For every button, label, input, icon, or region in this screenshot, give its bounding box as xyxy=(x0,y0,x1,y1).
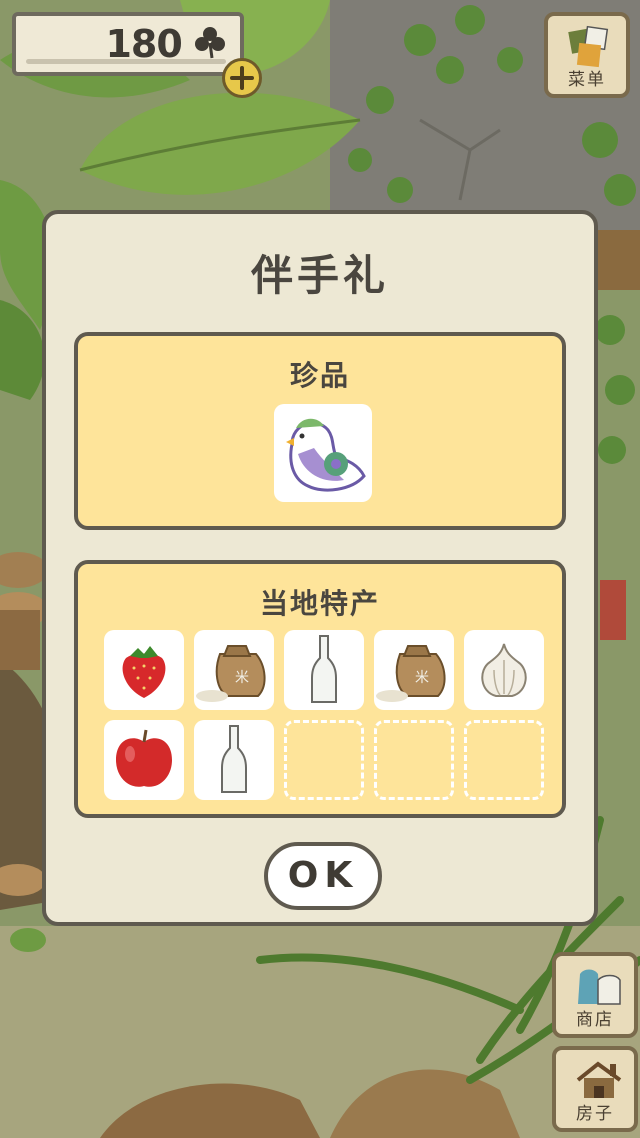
menu-label: 菜单 xyxy=(568,70,606,90)
empty-bottle-icon xyxy=(311,635,337,703)
shop-label: 商店 xyxy=(576,1010,614,1030)
strawberry-icon xyxy=(122,646,166,698)
counter-underline xyxy=(26,59,226,64)
menu-button[interactable]: 菜单 xyxy=(544,12,630,98)
souvenir-dialog: 伴手礼 珍品 当地特产 米 米 OK xyxy=(42,210,598,926)
menu-icon xyxy=(568,25,609,68)
house-button[interactable]: 房子 xyxy=(552,1046,638,1132)
rare-items-panel: 珍品 xyxy=(74,332,566,530)
add-clover-button[interactable] xyxy=(222,58,262,98)
rice-bag-icon: 米 xyxy=(196,645,266,702)
apple-icon xyxy=(116,729,172,787)
clover-icon xyxy=(195,27,225,59)
item-slot-garlic[interactable] xyxy=(464,630,544,710)
shop-icon xyxy=(578,969,621,1005)
clover-counter: 180 xyxy=(12,12,244,76)
rice-bag-icon: 米 xyxy=(376,645,446,702)
empty-item-slot xyxy=(464,720,544,800)
empty-item-slot xyxy=(284,720,364,800)
plus-icon xyxy=(230,66,254,90)
item-slot-bottle-1[interactable] xyxy=(284,630,364,710)
pigeon-whistle-icon xyxy=(286,418,366,492)
item-slot-strawberry[interactable] xyxy=(104,630,184,710)
local-panel-title: 当地特产 xyxy=(259,587,380,620)
house-icon xyxy=(576,1061,622,1098)
svg-text:米: 米 xyxy=(415,670,429,686)
local-specialty-panel: 当地特产 米 米 xyxy=(74,560,566,818)
house-label: 房子 xyxy=(576,1104,614,1124)
ok-button[interactable]: OK xyxy=(264,842,382,910)
svg-text:米: 米 xyxy=(235,670,249,686)
rare-item-slot[interactable] xyxy=(274,404,372,502)
item-slot-apple[interactable] xyxy=(104,720,184,800)
dialog-title: 伴手礼 xyxy=(250,251,389,300)
item-slot-bottle-2[interactable] xyxy=(194,720,274,800)
empty-bottle-icon xyxy=(221,725,247,793)
rare-panel-title: 珍品 xyxy=(289,359,350,392)
empty-item-slot xyxy=(374,720,454,800)
item-slot-rice-bag-2[interactable]: 米 xyxy=(374,630,454,710)
item-slot-rice-bag-1[interactable]: 米 xyxy=(194,630,274,710)
garlic-icon xyxy=(481,643,527,697)
shop-button[interactable]: 商店 xyxy=(552,952,638,1038)
